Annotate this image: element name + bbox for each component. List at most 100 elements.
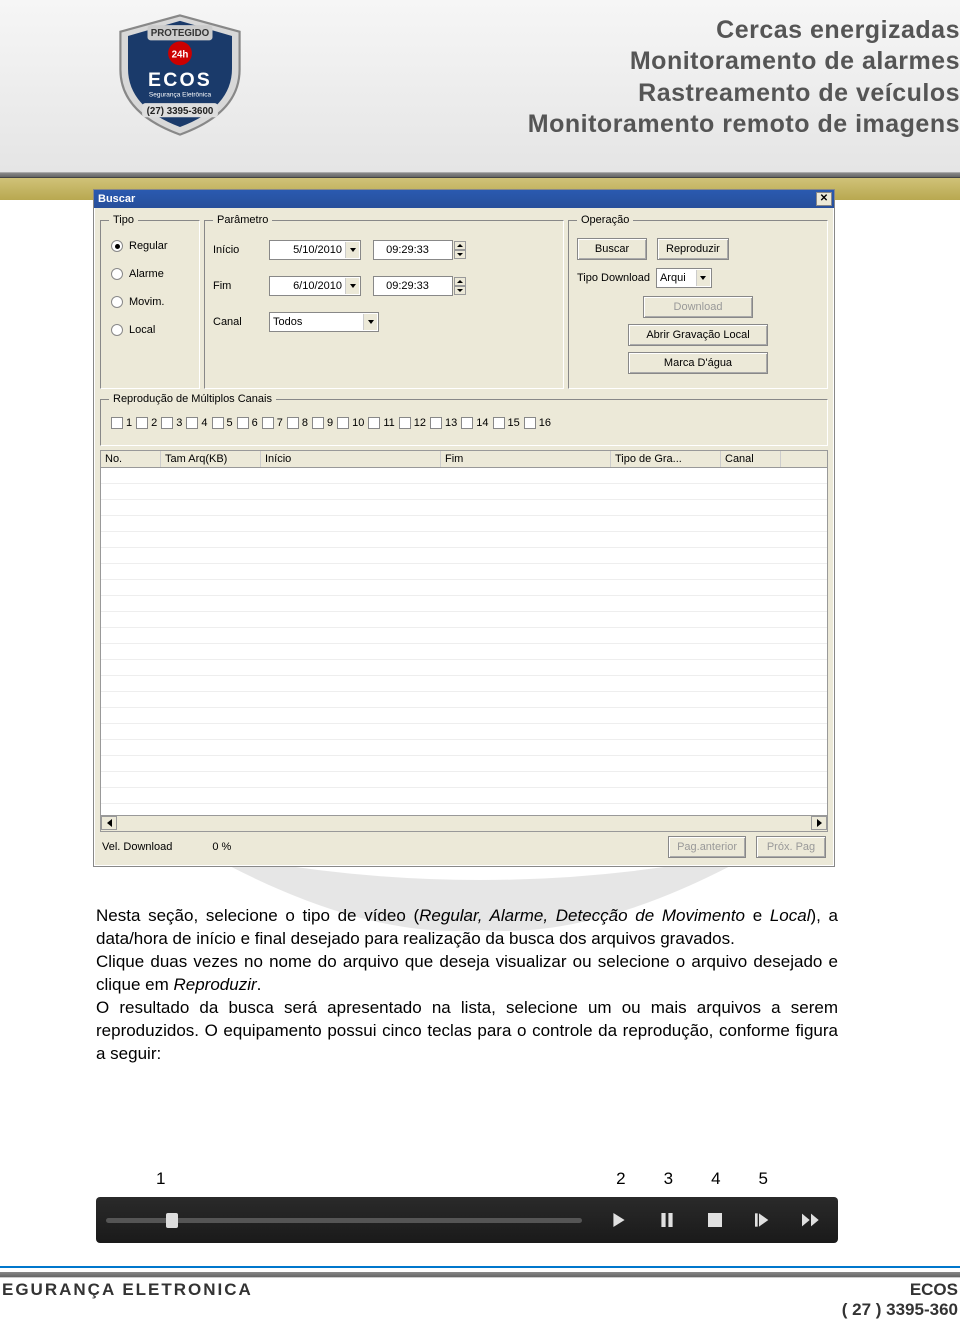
channel-14[interactable]: 14	[461, 417, 488, 429]
table-row	[101, 468, 827, 484]
fim-time-input[interactable]: 09:29:33	[373, 276, 453, 296]
logo: PROTEGIDO 24h ECOS Segurança Eletrônica …	[100, 10, 260, 140]
channel-13[interactable]: 13	[430, 417, 457, 429]
channel-4[interactable]: 4	[186, 417, 207, 429]
prev-page-button[interactable]: Pag.anterior	[668, 836, 746, 858]
abrir-gravacao-button[interactable]: Abrir Gravação Local	[628, 324, 768, 346]
canal-select[interactable]: Todos	[269, 312, 379, 332]
svg-text:PROTEGIDO: PROTEGIDO	[151, 28, 210, 39]
checkbox-icon	[461, 417, 473, 429]
play-button[interactable]	[602, 1206, 636, 1234]
channel-3[interactable]: 3	[161, 417, 182, 429]
checkbox-icon	[368, 417, 380, 429]
header-line-2: Monitoramento de alarmes	[528, 46, 960, 77]
checkbox-icon	[237, 417, 249, 429]
channel-15[interactable]: 15	[493, 417, 520, 429]
op-legend: Operação	[577, 214, 633, 226]
seek-track[interactable]	[106, 1218, 582, 1223]
download-button[interactable]: Download	[643, 296, 753, 318]
radio-alarme[interactable]: Alarme	[111, 268, 191, 280]
operacao-group: Operação Buscar Reproduzir Tipo Download…	[568, 214, 828, 389]
marca-dagua-button[interactable]: Marca D'água	[628, 352, 768, 374]
seek-thumb[interactable]	[166, 1213, 178, 1228]
spin-up-icon[interactable]	[454, 241, 466, 250]
multi-legend: Reprodução de Múltiplos Canais	[109, 393, 276, 405]
num-1: 1	[156, 1169, 165, 1189]
inicio-label: Início	[213, 244, 263, 256]
fim-label: Fim	[213, 280, 263, 292]
channel-1[interactable]: 1	[111, 417, 132, 429]
channel-12[interactable]: 12	[399, 417, 426, 429]
vel-download-label: Vel. Download	[102, 841, 172, 853]
inicio-date-input[interactable]: 5/10/2010	[269, 240, 361, 260]
num-2: 2	[616, 1169, 625, 1189]
radio-movim[interactable]: Movim.	[111, 296, 191, 308]
radio-dot-icon	[111, 324, 123, 336]
checkbox-icon	[161, 417, 173, 429]
shield-icon: PROTEGIDO 24h ECOS Segurança Eletrônica …	[100, 10, 260, 140]
channel-6[interactable]: 6	[237, 417, 258, 429]
close-button[interactable]: ✕	[816, 192, 832, 206]
chevron-down-icon[interactable]	[345, 242, 359, 258]
footer-company: EGURANÇA ELETRONICA	[2, 1280, 253, 1320]
col-tipo-gravacao[interactable]: Tipo de Gra...	[611, 451, 721, 467]
step-forward-icon	[755, 1213, 771, 1227]
tipo-download-select[interactable]: Arqui	[656, 268, 712, 288]
channel-11[interactable]: 11	[368, 417, 394, 429]
next-page-button[interactable]: Próx. Pag	[756, 836, 826, 858]
playback-control-bar	[96, 1197, 838, 1243]
col-no[interactable]: No.	[101, 451, 161, 467]
col-canal[interactable]: Canal	[721, 451, 781, 467]
inicio-time-input[interactable]: 09:29:33	[373, 240, 453, 260]
page-header: PROTEGIDO 24h ECOS Segurança Eletrônica …	[0, 0, 960, 200]
channel-10[interactable]: 10	[337, 417, 364, 429]
dialog-title: Buscar	[98, 193, 135, 205]
stop-button[interactable]	[698, 1206, 732, 1234]
pause-button[interactable]	[650, 1206, 684, 1234]
checkbox-icon	[493, 417, 505, 429]
dialog-titlebar: Buscar ✕	[94, 190, 834, 208]
chevron-down-icon[interactable]	[696, 270, 710, 286]
horizontal-scrollbar[interactable]	[100, 816, 828, 832]
channel-2[interactable]: 2	[136, 417, 157, 429]
tipo-download-label: Tipo Download	[577, 272, 650, 284]
spin-up-icon[interactable]	[454, 277, 466, 286]
channel-9[interactable]: 9	[312, 417, 333, 429]
chevron-down-icon[interactable]	[345, 278, 359, 294]
col-inicio[interactable]: Início	[261, 451, 441, 467]
radio-local[interactable]: Local	[111, 324, 191, 336]
search-dialog: Buscar ✕ Tipo Regular Alarme Movim. Loca…	[93, 189, 835, 867]
col-tam[interactable]: Tam Arq(KB)	[161, 451, 261, 467]
svg-text:24h: 24h	[172, 50, 189, 61]
svg-text:Segurança Eletrônica: Segurança Eletrônica	[149, 92, 212, 99]
buscar-button[interactable]: Buscar	[577, 238, 647, 260]
step-button[interactable]	[746, 1206, 780, 1234]
page-footer: EGURANÇA ELETRONICA ECOS ( 27 ) 3395-360	[0, 1266, 960, 1328]
channel-16[interactable]: 16	[524, 417, 551, 429]
results-table-body[interactable]	[100, 468, 828, 816]
radio-regular[interactable]: Regular	[111, 240, 191, 252]
radio-dot-icon	[111, 268, 123, 280]
num-5: 5	[759, 1169, 768, 1189]
reproduzir-button[interactable]: Reproduzir	[657, 238, 729, 260]
checkbox-icon	[262, 417, 274, 429]
canal-label: Canal	[213, 316, 263, 328]
checkbox-icon	[111, 417, 123, 429]
checkbox-icon	[136, 417, 148, 429]
col-fim[interactable]: Fim	[441, 451, 611, 467]
spin-down-icon[interactable]	[454, 286, 466, 295]
header-line-4: Monitoramento remoto de imagens	[528, 109, 960, 140]
channel-8[interactable]: 8	[287, 417, 308, 429]
num-4: 4	[711, 1169, 720, 1189]
scroll-right-icon[interactable]	[811, 816, 827, 830]
fim-date-input[interactable]: 6/10/2010	[269, 276, 361, 296]
tipo-group: Tipo Regular Alarme Movim. Local	[100, 214, 200, 389]
fast-forward-button[interactable]	[794, 1206, 828, 1234]
fast-forward-icon	[802, 1213, 820, 1227]
scroll-left-icon[interactable]	[101, 816, 117, 830]
chevron-down-icon[interactable]	[363, 314, 377, 330]
channel-5[interactable]: 5	[212, 417, 233, 429]
channel-7[interactable]: 7	[262, 417, 283, 429]
play-icon	[612, 1213, 626, 1227]
spin-down-icon[interactable]	[454, 250, 466, 259]
